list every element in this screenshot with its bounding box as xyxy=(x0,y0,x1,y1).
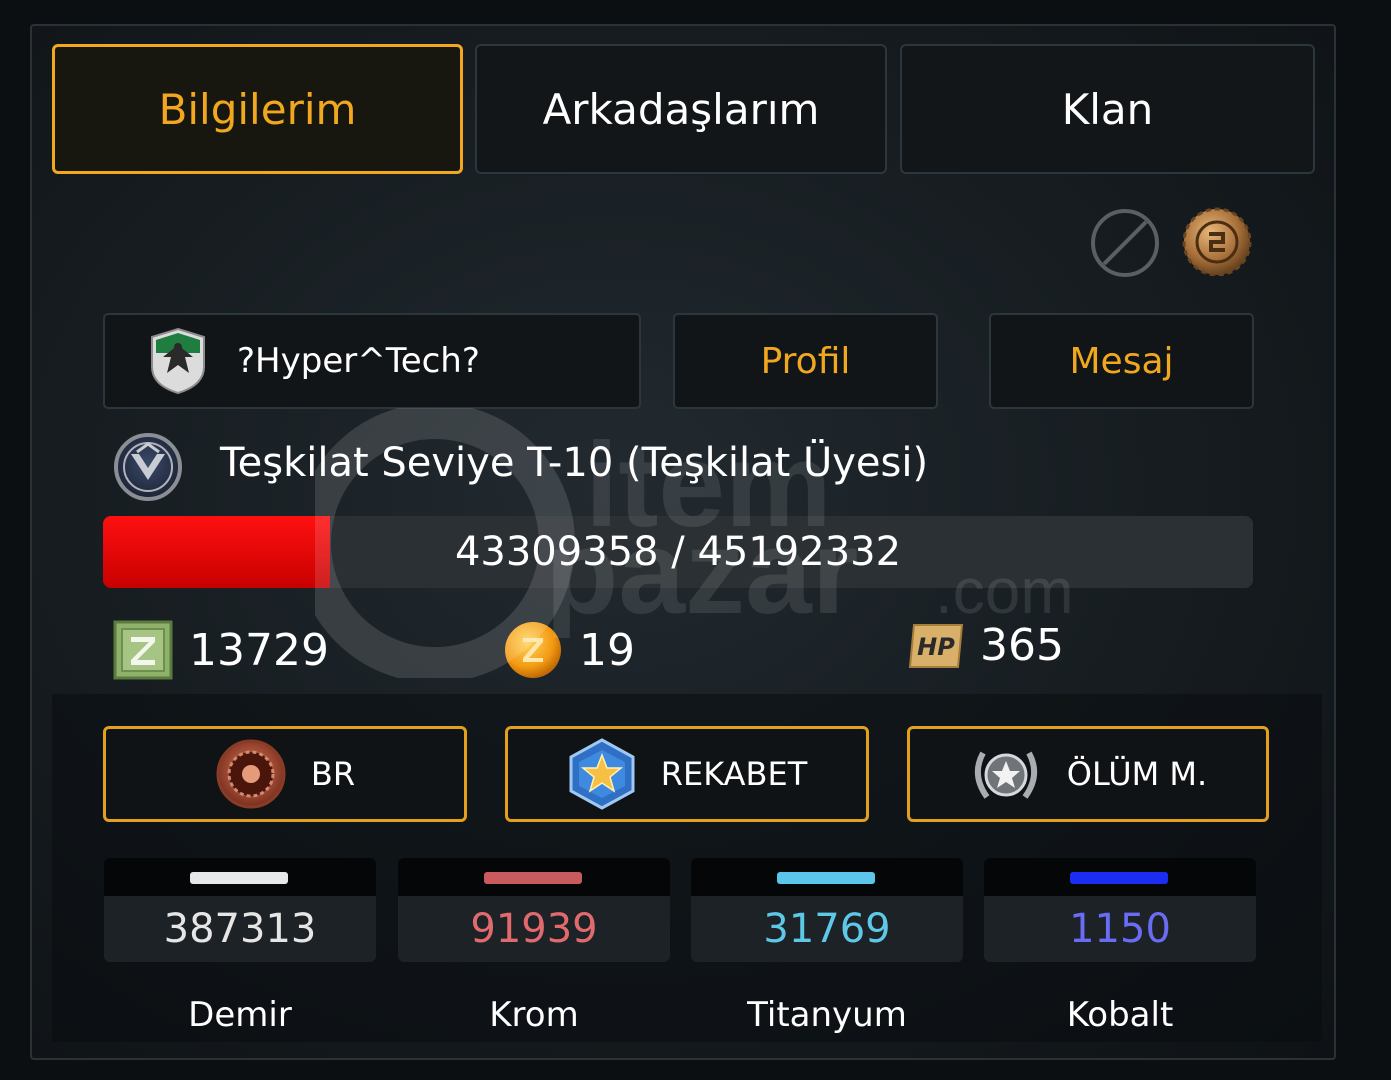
resource-titanyum: 31769 xyxy=(691,858,963,962)
mode-br-label: BR xyxy=(310,755,356,793)
tab-arkadaslarim[interactable]: Arkadaşlarım xyxy=(475,44,887,174)
resource-krom: 91939 xyxy=(398,858,670,962)
laurel-star-icon xyxy=(974,751,1037,799)
resource-krom-label: Krom xyxy=(489,995,579,1035)
resource-demir-label: Demir xyxy=(188,995,292,1035)
resource-kobalt-value: 1150 xyxy=(1069,906,1171,952)
currency-z-coin: 19 xyxy=(503,620,635,680)
hp-icon-text: HP xyxy=(917,633,955,661)
star-hexagon-icon xyxy=(569,738,635,810)
rank-title: Teşkilat Seviye T-10 (Teşkilat Üyesi) xyxy=(220,440,929,486)
resource-color-bar xyxy=(1070,872,1168,884)
hp-icon: HP xyxy=(908,623,964,668)
resource-titanyum-value: 31769 xyxy=(763,906,891,952)
player-name-box: ?Hyper^Tech? xyxy=(103,313,641,409)
resource-color-bar xyxy=(777,872,875,884)
resource-color-bar xyxy=(190,872,288,884)
resource-kobalt-label: Kobalt xyxy=(1066,995,1174,1035)
rank-badge-icon xyxy=(114,433,182,501)
resource-krom-value: 91939 xyxy=(470,906,598,952)
br-emblem-icon xyxy=(216,739,286,809)
profile-button-label: Profil xyxy=(760,340,851,382)
resource-demir-value: 387313 xyxy=(163,906,317,952)
message-button-label: Mesaj xyxy=(1069,340,1174,382)
mode-olum-button[interactable]: ÖLÜM M. xyxy=(907,726,1269,822)
progress-text: 43309358 / 45192332 xyxy=(454,529,902,575)
experience-progress-bar: 43309358 / 45192332 xyxy=(103,516,1253,588)
currency-hp-value: 365 xyxy=(980,620,1064,671)
tab-klan[interactable]: Klan xyxy=(900,44,1315,174)
resource-titanyum-label: Titanyum xyxy=(747,995,907,1035)
mode-br-button[interactable]: BR xyxy=(103,726,467,822)
message-button[interactable]: Mesaj xyxy=(989,313,1254,409)
z-coin-icon xyxy=(505,622,561,678)
resource-demir: 387313 xyxy=(104,858,376,962)
resource-kobalt: 1150 xyxy=(984,858,1256,962)
currency-hp: HP 365 xyxy=(908,620,1064,671)
currency-z-crate-value: 13729 xyxy=(189,624,329,676)
mode-rekabet-label: REKABET xyxy=(660,755,808,793)
tab-bilgilerim[interactable]: Bilgilerim xyxy=(52,44,463,174)
profile-button[interactable]: Profil xyxy=(673,313,938,409)
mode-rekabet-button[interactable]: REKABET xyxy=(505,726,869,822)
player-name: ?Hyper^Tech? xyxy=(237,341,480,381)
mode-olum-label: ÖLÜM M. xyxy=(1066,755,1208,793)
eagle-emblem-icon xyxy=(151,327,205,395)
block-icon[interactable] xyxy=(1090,208,1160,278)
z-crate-icon xyxy=(113,620,173,680)
currency-z-coin-value: 19 xyxy=(579,624,635,676)
currency-z-crate: 13729 xyxy=(113,620,329,680)
resource-color-bar xyxy=(484,872,582,884)
gold-medal-icon[interactable] xyxy=(1182,206,1252,276)
